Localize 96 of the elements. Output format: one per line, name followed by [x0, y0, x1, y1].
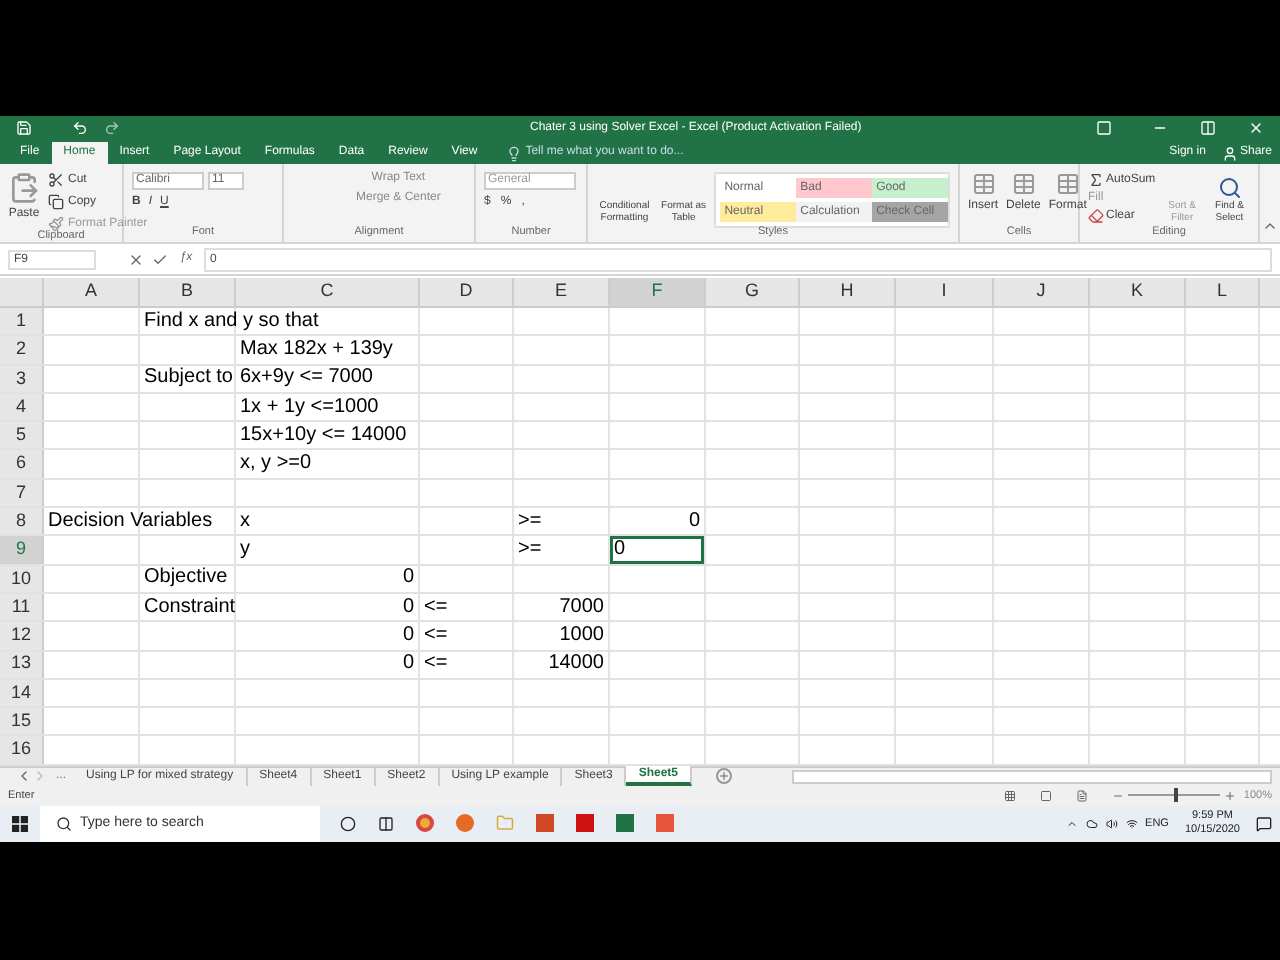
row-header[interactable]: 10 — [0, 565, 44, 592]
page-break-icon[interactable] — [1075, 789, 1088, 802]
cell-text: <= — [422, 654, 450, 675]
paintbrush-icon — [48, 216, 64, 232]
collapse-ribbon-icon[interactable] — [1262, 218, 1278, 234]
cell-text: 0 — [686, 511, 702, 532]
cell-text: 1000 — [557, 625, 606, 646]
windows-logo-icon — [12, 815, 28, 832]
cell-text: Objective — [142, 568, 230, 589]
browser-icon[interactable] — [416, 814, 434, 833]
cell-text: 0 — [400, 625, 416, 646]
zoom-slider-thumb[interactable] — [1173, 788, 1178, 803]
page-layout-icon[interactable] — [1039, 789, 1052, 802]
horizontal-scrollbar[interactable] — [792, 769, 1272, 784]
row-header[interactable]: 16 — [0, 736, 44, 764]
row-header[interactable]: 9 — [0, 536, 44, 564]
document-app-icon[interactable] — [576, 814, 594, 833]
row-header[interactable]: 4 — [0, 393, 44, 421]
row-header[interactable]: 5 — [0, 422, 44, 449]
column-header[interactable]: C — [236, 278, 420, 306]
row-header[interactable]: 2 — [0, 336, 44, 364]
column-header[interactable]: J — [994, 278, 1090, 306]
table-icon — [1055, 172, 1080, 196]
row-header[interactable]: 11 — [0, 593, 44, 621]
cell-text: 0 — [400, 597, 416, 618]
normal-view-icon[interactable] — [1003, 789, 1016, 802]
cell-text: Decision Variables — [46, 511, 215, 532]
cell-text: Find x and y so that — [142, 311, 321, 332]
previous-sheet-icon[interactable] — [16, 768, 32, 785]
cell-text: 0 — [612, 540, 628, 561]
selected-cell-frame[interactable]: 0 — [610, 536, 706, 564]
row-header[interactable]: 3 — [0, 365, 44, 392]
cell-text: x, y >=0 — [238, 454, 314, 475]
column-header[interactable]: B — [140, 278, 236, 306]
close-icon[interactable] — [1248, 120, 1264, 136]
save-icon[interactable] — [16, 120, 32, 136]
cell-text: x — [238, 511, 252, 532]
eraser-icon — [1088, 208, 1104, 224]
cell-text: 1x + 1y <=1000 — [238, 397, 381, 418]
ribbon-display-icon[interactable] — [1096, 120, 1112, 136]
cloud-icon[interactable] — [1085, 817, 1098, 830]
table-icon — [1011, 172, 1036, 196]
cell-text: <= — [422, 625, 450, 646]
row-header[interactable]: 12 — [0, 622, 44, 650]
cell-text: 15x+10y <= 14000 — [238, 425, 409, 446]
task-view-icon[interactable] — [378, 815, 394, 832]
column-header[interactable]: I — [896, 278, 994, 306]
clipboard-icon — [8, 172, 40, 204]
app-icon[interactable] — [656, 814, 674, 833]
spreadsheet-app-icon[interactable] — [616, 814, 634, 833]
row-header[interactable]: 8 — [0, 508, 44, 535]
search-icon — [56, 815, 72, 832]
network-icon[interactable] — [1125, 817, 1138, 830]
cell-text: >= — [516, 511, 544, 532]
table-icon — [971, 172, 995, 196]
cell-text: y — [238, 540, 252, 561]
row-header[interactable]: 13 — [0, 651, 44, 678]
redo-icon[interactable] — [104, 120, 120, 136]
column-header[interactable]: H — [800, 278, 896, 306]
row-header[interactable]: 14 — [0, 679, 44, 707]
presentation-app-icon[interactable] — [536, 814, 554, 833]
search-icon — [1217, 176, 1242, 200]
cell-text: Subject to — [142, 368, 235, 389]
undo-icon[interactable] — [72, 120, 88, 136]
tray-expand-icon[interactable] — [1065, 817, 1078, 830]
cell-text: 0 — [400, 568, 416, 589]
sigma-icon — [1088, 172, 1104, 188]
cancel-icon[interactable] — [128, 251, 144, 267]
copy-icon — [48, 194, 64, 210]
restore-icon[interactable] — [1200, 120, 1216, 136]
zoom-in-icon[interactable] — [1223, 789, 1236, 802]
cell-text: <= — [422, 597, 450, 618]
cell-text: 6x+9y <= 7000 — [238, 368, 375, 389]
browser-icon[interactable] — [456, 814, 474, 833]
column-header[interactable]: D — [420, 278, 514, 306]
column-header[interactable]: L — [1186, 278, 1260, 306]
row-header[interactable]: 15 — [0, 708, 44, 735]
cell-text: Max 182x + 139y — [238, 339, 395, 360]
row-header[interactable]: 6 — [0, 450, 44, 478]
column-header[interactable]: A — [44, 278, 140, 306]
cell-text: 14000 — [546, 654, 606, 675]
row-header[interactable]: 1 — [0, 308, 44, 335]
cell-text: Constraint — [142, 597, 238, 618]
circle-icon[interactable] — [340, 815, 356, 832]
column-header[interactable]: G — [706, 278, 800, 306]
column-header[interactable]: K — [1090, 278, 1186, 306]
cell-text: >= — [516, 540, 544, 561]
cell-text: 0 — [400, 654, 416, 675]
scissors-icon — [48, 172, 64, 188]
enter-icon[interactable] — [152, 251, 168, 267]
row-header[interactable]: 7 — [0, 479, 44, 507]
column-header[interactable]: F — [610, 278, 706, 306]
cell-text: 7000 — [557, 597, 606, 618]
speaker-icon[interactable] — [1105, 817, 1118, 830]
lightbulb-icon — [505, 145, 522, 161]
notifications-icon[interactable] — [1256, 815, 1272, 832]
